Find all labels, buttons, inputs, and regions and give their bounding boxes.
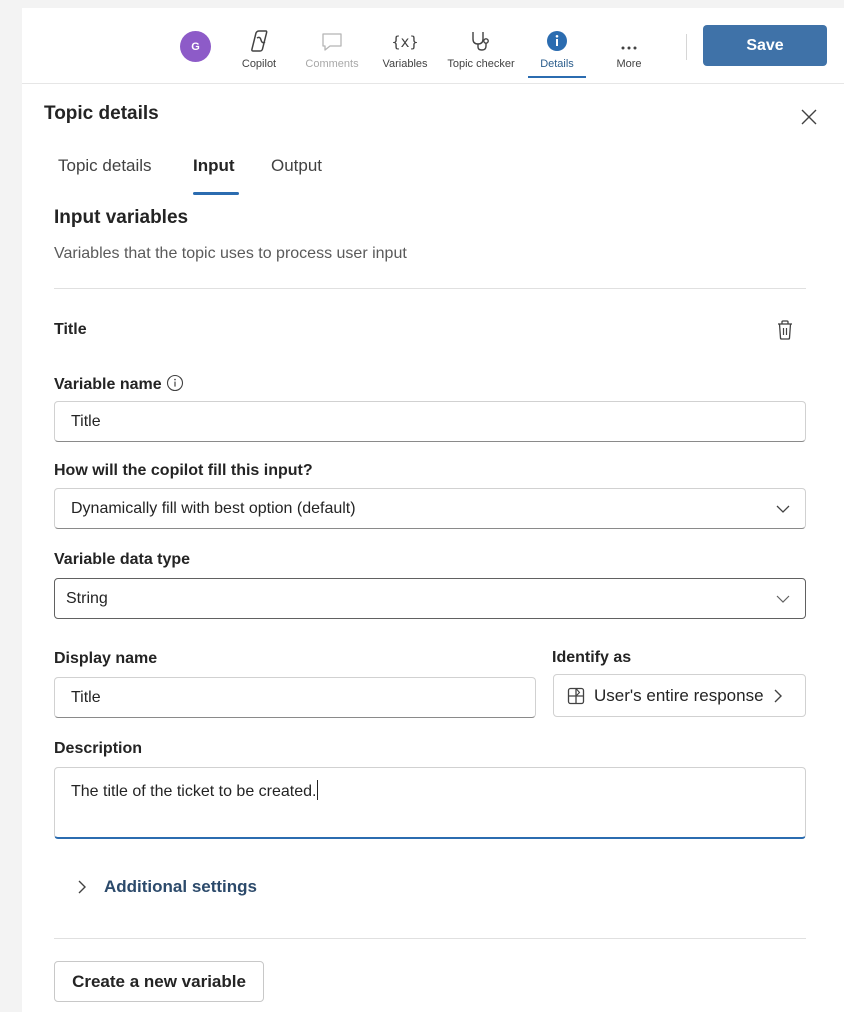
additional-settings-label: Additional settings xyxy=(104,877,257,896)
data-type-value: String xyxy=(66,589,108,607)
close-icon[interactable] xyxy=(798,106,820,128)
top-gutter xyxy=(22,0,844,8)
fill-method-value: Dynamically fill with best option (defau… xyxy=(71,499,356,517)
entity-icon xyxy=(567,687,585,704)
identify-as-value: User's entire response xyxy=(594,685,764,705)
data-type-dropdown[interactable]: String xyxy=(54,578,806,619)
variable-name-label-text: Variable name xyxy=(54,376,162,393)
toolbar-divider xyxy=(686,34,687,60)
info-circle-icon[interactable] xyxy=(166,374,184,397)
more-label: More xyxy=(616,58,642,70)
more-icon xyxy=(619,22,639,52)
tab-topic-details[interactable]: Topic details xyxy=(58,156,152,176)
toolbar: G Copilot Comments {x} Variables Topic c… xyxy=(22,8,844,84)
details-button[interactable]: Details xyxy=(528,22,586,78)
copilot-icon xyxy=(247,22,271,52)
active-tab-indicator xyxy=(193,192,239,195)
fill-method-dropdown[interactable]: Dynamically fill with best option (defau… xyxy=(54,488,806,529)
comment-icon xyxy=(321,22,343,52)
copilot-label: Copilot xyxy=(241,58,277,70)
tab-input[interactable]: Input xyxy=(193,156,235,176)
info-icon xyxy=(546,22,568,52)
description-field[interactable]: The title of the ticket to be created. xyxy=(54,767,806,839)
stethoscope-icon xyxy=(469,22,493,52)
chevron-down-icon xyxy=(776,505,790,513)
left-gutter xyxy=(0,0,22,1012)
identify-as-button[interactable]: User's entire response xyxy=(553,674,806,717)
variable-name-label: Variable name xyxy=(54,374,184,397)
comments-button[interactable]: Comments xyxy=(300,22,364,76)
display-name-field[interactable]: Title xyxy=(54,677,536,718)
divider xyxy=(54,938,806,939)
variable-name-value: Title xyxy=(71,412,101,430)
fill-method-label: How will the copilot fill this input? xyxy=(54,462,313,479)
section-title: Input variables xyxy=(54,207,189,228)
tab-output[interactable]: Output xyxy=(271,156,322,176)
display-name-label: Display name xyxy=(54,650,158,667)
display-name-value: Title xyxy=(71,688,101,706)
identify-as-label: Identify as xyxy=(552,649,632,666)
variable-name-field[interactable]: Title xyxy=(54,401,806,442)
variables-button[interactable]: {x} Variables xyxy=(379,22,431,76)
additional-settings-toggle[interactable]: Additional settings xyxy=(76,877,257,897)
description-value: The title of the ticket to be created. xyxy=(71,783,317,800)
delete-icon[interactable] xyxy=(775,319,797,343)
section-description: Variables that the topic uses to process… xyxy=(54,245,407,262)
avatar[interactable]: G xyxy=(180,31,211,62)
variable-title: Title xyxy=(54,321,87,338)
description-label: Description xyxy=(54,740,143,757)
save-button[interactable]: Save xyxy=(703,25,827,66)
data-type-label: Variable data type xyxy=(54,551,191,568)
chevron-right-icon xyxy=(78,880,86,894)
topic-checker-label: Topic checker xyxy=(447,58,515,70)
topic-checker-button[interactable]: Topic checker xyxy=(441,22,521,76)
chevron-right-icon xyxy=(774,689,782,702)
divider xyxy=(54,288,806,289)
more-button[interactable]: More xyxy=(612,22,646,76)
text-cursor xyxy=(317,780,319,800)
variables-label: Variables xyxy=(382,58,428,70)
panel-title: Topic details xyxy=(44,103,159,124)
variables-icon: {x} xyxy=(391,33,419,51)
create-variable-button[interactable]: Create a new variable xyxy=(54,961,264,1002)
comments-label: Comments xyxy=(305,58,359,70)
copilot-button[interactable]: Copilot xyxy=(237,22,281,76)
details-label: Details xyxy=(540,58,574,70)
chevron-down-icon xyxy=(776,595,790,603)
